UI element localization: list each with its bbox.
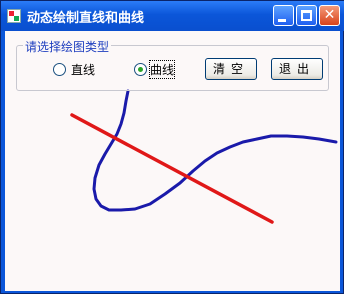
minimize-button[interactable] [273, 5, 294, 26]
radio-curve-label[interactable]: 曲线 [148, 60, 176, 79]
minimize-icon [278, 19, 286, 22]
clear-button[interactable]: 清空 [205, 58, 257, 80]
draw-type-group: 请选择绘图类型 直线 曲线 清空 退出 [16, 38, 329, 91]
radio-line-label[interactable]: 直线 [71, 61, 95, 78]
group-title: 请选择绘图类型 [23, 38, 112, 55]
app-window: 动态绘制直线和曲线 ✕ 请选择绘图类型 直线 曲线 清空 退出 [0, 0, 344, 294]
radio-curve[interactable] [134, 63, 147, 76]
window-title: 动态绘制直线和曲线 [27, 11, 145, 26]
maximize-button[interactable] [296, 5, 317, 26]
maximize-icon [301, 10, 312, 21]
app-icon[interactable] [7, 9, 21, 23]
close-button[interactable]: ✕ [319, 5, 340, 26]
drawing-area[interactable]: 请选择绘图类型 直线 曲线 清空 退出 [5, 31, 340, 291]
radio-line[interactable] [53, 63, 66, 76]
close-icon: ✕ [323, 7, 336, 23]
exit-button[interactable]: 退出 [271, 58, 323, 80]
title-bar[interactable]: 动态绘制直线和曲线 ✕ [1, 1, 344, 31]
